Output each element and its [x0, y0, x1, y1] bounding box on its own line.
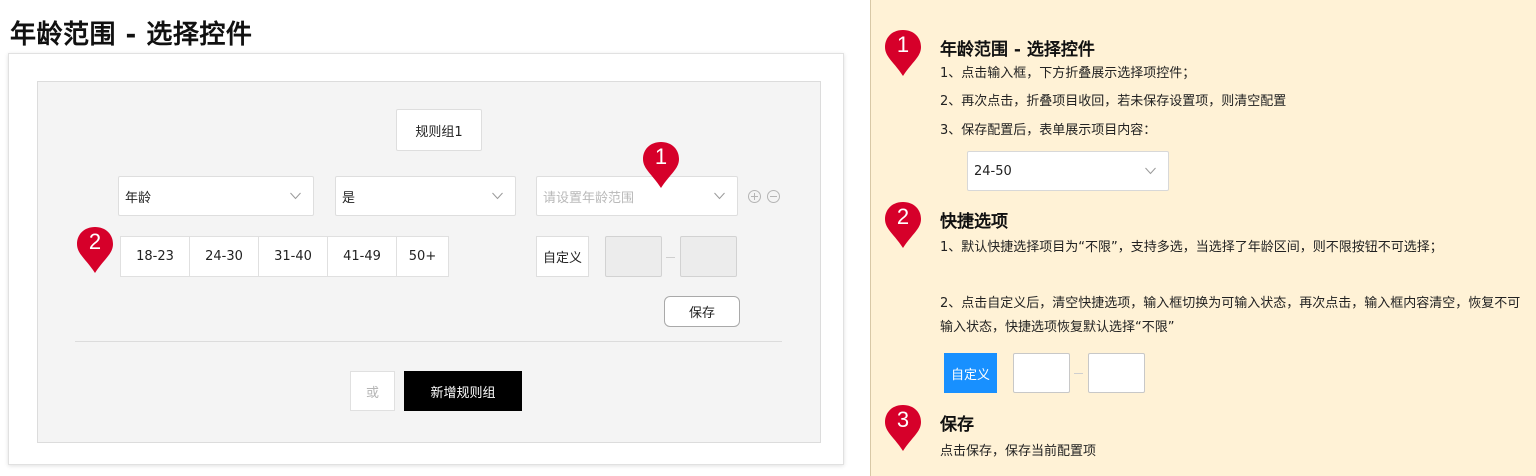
- add-rule-group-button[interactable]: 新增规则组: [404, 371, 522, 411]
- section-1-line: 3、保存配置后，表单展示项目内容：: [940, 123, 1157, 138]
- range-separator: [1074, 373, 1083, 374]
- remove-condition-icon[interactable]: [767, 190, 780, 203]
- example-custom-button: 自定义: [944, 353, 997, 393]
- age-range-select[interactable]: 请设置年龄范围: [536, 176, 738, 216]
- section-3-title: 保存: [940, 415, 974, 435]
- quick-options: 18-23 24-30 31-40 41-49 50+: [120, 236, 449, 277]
- marker-number: 1: [654, 144, 668, 169]
- range-separator: [666, 257, 675, 258]
- marker-number: 2: [88, 229, 102, 254]
- section-2-line: 1、默认快捷选择项目为“不限”，支持多选，当选择了年龄区间，则不限按钮不可选择；: [940, 240, 1443, 255]
- quick-option-50-plus[interactable]: 50+: [397, 237, 448, 276]
- custom-button[interactable]: 自定义: [536, 236, 589, 277]
- section-1-line: 2、再次点击，折叠项目收回，若未保存设置项，则清空配置: [940, 94, 1287, 109]
- marker-number: 2: [896, 204, 910, 229]
- marker-pin-1: 1: [641, 140, 681, 190]
- operator-select[interactable]: 是: [335, 176, 516, 216]
- divider: [75, 341, 782, 342]
- chevron-down-icon: [1145, 167, 1156, 175]
- example-range-min: [1013, 353, 1070, 393]
- section-2-title: 快捷选项: [940, 212, 1008, 232]
- operator-select-value: 是: [342, 190, 356, 206]
- quick-option-24-30[interactable]: 24-30: [190, 237, 259, 276]
- example-select: 24-50: [967, 151, 1169, 191]
- section-3-line: 点击保存，保存当前配置项: [940, 444, 1097, 459]
- range-min-input[interactable]: [605, 236, 662, 277]
- field-select-value: 年龄: [125, 190, 152, 206]
- age-range-placeholder: 请设置年龄范围: [543, 190, 635, 206]
- or-button[interactable]: 或: [350, 371, 395, 411]
- quick-option-18-23[interactable]: 18-23: [121, 237, 190, 276]
- marker-pin-2: 2: [883, 200, 923, 250]
- marker-number: 1: [896, 32, 910, 57]
- add-condition-icon[interactable]: [748, 190, 761, 203]
- save-button[interactable]: 保存: [664, 296, 740, 327]
- chevron-down-icon: [492, 192, 503, 200]
- marker-pin-1: 1: [883, 28, 923, 78]
- quick-option-41-49[interactable]: 41-49: [328, 237, 397, 276]
- example-select-value: 24-50: [974, 163, 1012, 179]
- rule-group-tab[interactable]: 规则组1: [396, 109, 482, 151]
- marker-pin-3: 3: [883, 403, 923, 453]
- section-1-title: 年龄范围 - 选择控件: [940, 40, 1095, 60]
- chevron-down-icon: [290, 192, 301, 200]
- marker-number: 3: [896, 407, 910, 432]
- marker-pin-2: 2: [75, 225, 115, 275]
- field-select[interactable]: 年龄: [118, 176, 314, 216]
- section-2-line: 2、点击自定义后，清空快捷选项，输入框切换为可输入状态，再次点击，输入框内容清空…: [940, 296, 1521, 335]
- section-1-line: 1、点击输入框，下方折叠展示选择项控件；: [940, 66, 1196, 81]
- range-max-input[interactable]: [680, 236, 737, 277]
- page-title: 年龄范围 - 选择控件: [10, 20, 253, 50]
- example-range-max: [1088, 353, 1145, 393]
- chevron-down-icon: [714, 192, 725, 200]
- quick-option-31-40[interactable]: 31-40: [259, 237, 328, 276]
